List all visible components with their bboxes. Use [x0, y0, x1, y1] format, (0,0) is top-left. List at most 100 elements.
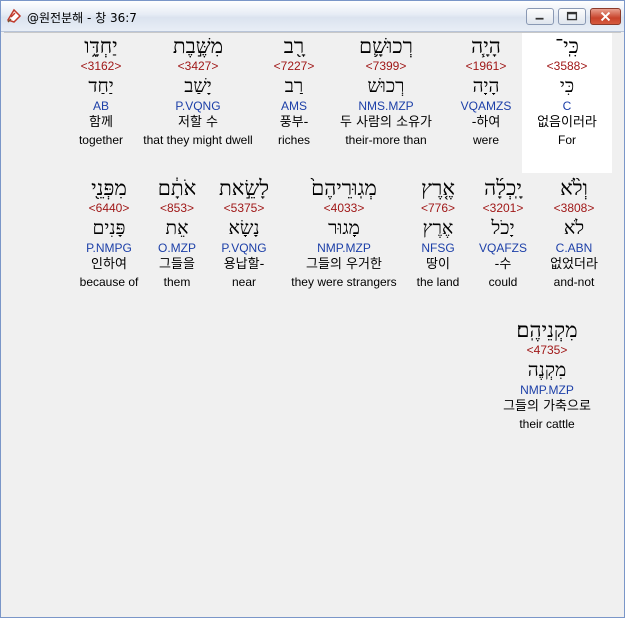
app-icon: [6, 8, 22, 24]
parsing: P.NMPG: [86, 241, 132, 255]
lemma: מָגוּר: [328, 217, 360, 239]
close-button[interactable]: [590, 8, 621, 25]
word-block[interactable]: יָֽכְלָ֜ה <3201> יָכֹל VQAFZS -수 could: [472, 175, 534, 290]
parsing: C.ABN: [555, 241, 593, 255]
word-block[interactable]: רָ֖ב <7227> רַב AMS 풍부- riches: [267, 33, 321, 148]
lemma: אֶרֶץ: [422, 217, 454, 239]
word-block[interactable]: וְלֹ֨א <3808> לֹא C.ABN 없었더라 and-not: [541, 175, 607, 290]
english-gloss: and-not: [553, 275, 595, 289]
parsing: P.VQNG: [175, 99, 221, 113]
strong-number[interactable]: <4033>: [283, 201, 405, 216]
strong-number[interactable]: <5375>: [211, 201, 277, 216]
english-gloss: together: [78, 133, 124, 147]
strong-number[interactable]: <3588>: [522, 59, 612, 74]
strong-number[interactable]: <3427>: [134, 59, 262, 74]
parsing: NMP.MZP: [520, 383, 574, 397]
strong-number[interactable]: <3201>: [472, 201, 534, 216]
strong-number[interactable]: <853>: [150, 201, 204, 216]
strong-number[interactable]: <776>: [409, 201, 467, 216]
hebrew-word: מִפְּנֵ֖י: [91, 176, 127, 200]
strong-number[interactable]: <6440>: [73, 201, 145, 216]
word-block[interactable]: מִשֶּׁ֣בֶת <3427> יָשַׁב P.VQNG 저할 수 tha…: [134, 33, 262, 148]
parsing: VQAFZS: [478, 241, 527, 255]
hebrew-word: הָיָ֧ה: [471, 34, 501, 58]
parsing: NMS.MZP: [358, 99, 414, 113]
parsing: AMS: [280, 99, 307, 113]
korean-gloss: 함께: [89, 115, 113, 130]
korean-gloss: 두 사람의 소유가: [340, 115, 432, 130]
lemma: רְכוּשׁ: [367, 75, 405, 97]
english-gloss: riches: [277, 133, 310, 147]
lemma: רַב: [284, 75, 304, 97]
hebrew-word: יָֽכְלָ֜ה: [484, 176, 522, 200]
minimize-button[interactable]: [526, 8, 554, 25]
parsing: AB: [92, 99, 109, 113]
english-gloss: because of: [79, 275, 139, 289]
hebrew-word: כִּֽי־: [555, 34, 579, 58]
hebrew-word: אֶ֤רֶץ: [421, 176, 455, 200]
word-block[interactable]: מִפְּנֵ֖י <6440> פָּנִים P.NMPG 인하여 beca…: [73, 175, 145, 290]
english-gloss: near: [231, 275, 257, 289]
hebrew-word: וְלֹ֨א: [560, 176, 588, 200]
english-gloss: them: [163, 275, 191, 289]
strong-number[interactable]: <4735>: [482, 343, 612, 358]
title-bar[interactable]: @원전분해 - 창 36:7: [1, 1, 624, 32]
korean-gloss: 없었더라: [550, 257, 598, 272]
word-block[interactable]: לָשֵׂ֣את <5375> נָשָׂא P.VQNG 용납할- near: [211, 175, 277, 290]
lemma: מִקְנֶה: [527, 359, 567, 381]
english-gloss: For: [558, 133, 576, 147]
korean-gloss: 저할 수: [177, 115, 218, 130]
korean-gloss: 그들을: [159, 257, 195, 272]
maximize-button[interactable]: [558, 8, 586, 25]
window-title: @원전분해 - 창 36:7: [27, 11, 137, 25]
word-block[interactable]: אֶ֤רֶץ <776> אֶרֶץ NFSG 땅이 the land: [409, 175, 467, 290]
strong-number[interactable]: <7227>: [267, 59, 321, 74]
english-gloss: the land: [416, 275, 460, 289]
lemma: אֵת: [165, 217, 189, 239]
lemma: יַחַד: [88, 75, 114, 97]
hebrew-word: מְגֽוּרֵיהֶם֙: [311, 176, 377, 200]
word-block[interactable]: מִקְנֵיהֶֽם׃ <4735> מִקְנֶה NMP.MZP 그들의 …: [482, 317, 612, 432]
word-block[interactable]: יַחְדָּ֑ו <3162> יַחַד AB 함께 together: [71, 33, 131, 148]
hebrew-word: אֹתָ֔ם: [157, 176, 197, 200]
korean-gloss: 용납할-: [223, 257, 265, 272]
lemma: פָּנִים: [92, 217, 126, 239]
english-gloss: were: [472, 133, 499, 147]
hebrew-word: רָ֖ב: [283, 34, 305, 58]
korean-gloss: -하여: [471, 115, 501, 130]
word-block[interactable]: מְגֽוּרֵיהֶם֙ <4033> מָגוּר NMP.MZP 그들의 …: [283, 175, 405, 290]
strong-number[interactable]: <7399>: [326, 59, 446, 74]
parsing: O.MZP: [158, 241, 196, 255]
korean-gloss: 그들의 우거한: [306, 257, 382, 272]
korean-gloss: 없음이러라: [537, 115, 597, 130]
english-gloss: their cattle: [519, 417, 575, 431]
lemma: יָכֹל: [491, 217, 515, 239]
strong-number[interactable]: <3162>: [71, 59, 131, 74]
korean-gloss: 그들의 가축으로: [503, 399, 591, 414]
hebrew-word: לָשֵׂ֣את: [218, 176, 270, 200]
parsing: C: [562, 99, 572, 113]
hebrew-word: מִקְנֵיהֶֽם׃: [516, 318, 578, 342]
strong-number[interactable]: <3808>: [541, 201, 607, 216]
lemma: נָשָׂא: [228, 217, 260, 239]
english-gloss: that they might dwell: [143, 133, 253, 147]
lemma: יָשַׁב: [184, 75, 212, 97]
lemma: לֹא: [563, 217, 585, 239]
lemma: הָיָה: [472, 75, 500, 97]
interlinear-panel: כִּֽי־ <3588> כִּי C 없음이러라 For הָיָ֧ה <1…: [4, 32, 621, 615]
english-gloss: they were strangers: [291, 275, 397, 289]
word-block[interactable]: רְכוּשָׁ֛ם <7399> רְכוּשׁ NMS.MZP 두 사람의 …: [326, 33, 446, 148]
hebrew-word: מִשֶּׁ֣בֶת: [172, 34, 224, 58]
word-block[interactable]: אֹתָ֔ם <853> אֵת O.MZP 그들을 them: [150, 175, 204, 290]
korean-gloss: 땅이: [426, 257, 450, 272]
parsing: VQAMZS: [460, 99, 512, 113]
strong-number[interactable]: <1961>: [451, 59, 521, 74]
word-block[interactable]: כִּֽי־ <3588> כִּי C 없음이러라 For: [522, 33, 612, 173]
parsing: NMP.MZP: [317, 241, 371, 255]
parsing: P.VQNG: [221, 241, 267, 255]
english-gloss: could: [488, 275, 518, 289]
word-block[interactable]: הָיָ֧ה <1961> הָיָה VQAMZS -하여 were: [451, 33, 521, 148]
lemma: כִּי: [559, 75, 575, 97]
korean-gloss: -수: [494, 257, 512, 272]
english-gloss: their-more than: [345, 133, 427, 147]
